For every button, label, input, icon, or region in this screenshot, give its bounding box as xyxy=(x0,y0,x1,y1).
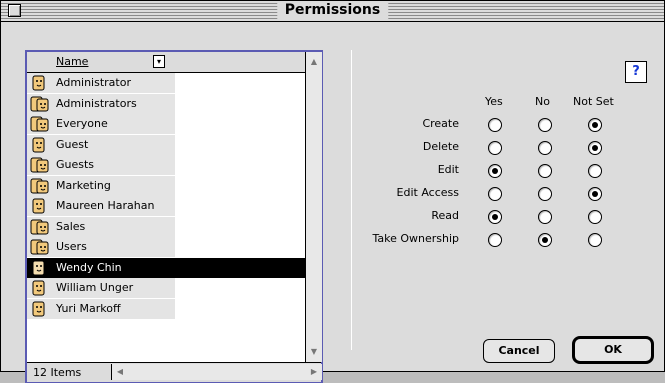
column-header-no: No xyxy=(535,95,550,108)
group-icon xyxy=(30,157,50,173)
radio-yes[interactable] xyxy=(488,187,502,201)
permission-label: Read xyxy=(431,209,459,222)
radio-no[interactable] xyxy=(538,210,552,224)
item-count: 12 Items xyxy=(33,366,82,379)
help-icon[interactable]: ? xyxy=(625,61,647,83)
list-item-name: Everyone xyxy=(56,117,108,130)
list-item[interactable]: Sales xyxy=(27,216,305,237)
list-item-name: Wendy Chin xyxy=(56,260,122,274)
list-header: Name ▾ xyxy=(27,52,305,73)
group-icon xyxy=(30,178,50,194)
list-footer: 12 Items ◀ ▶ xyxy=(27,362,322,382)
permission-label: Delete xyxy=(422,140,459,153)
horizontal-scrollbar[interactable]: ◀ ▶ xyxy=(111,364,322,380)
scroll-down-icon[interactable]: ▼ xyxy=(306,344,322,360)
column-header-yes: Yes xyxy=(485,95,503,108)
radio-not-set[interactable] xyxy=(588,141,602,155)
user-icon xyxy=(30,137,50,153)
scroll-left-icon[interactable]: ◀ xyxy=(112,364,128,380)
list-item[interactable]: Wendy Chin xyxy=(27,257,305,278)
radio-yes[interactable] xyxy=(488,118,502,132)
radio-yes[interactable] xyxy=(488,233,502,247)
radio-not-set[interactable] xyxy=(588,233,602,247)
principal-list: Name ▾ Administrator Administrators Everyo… xyxy=(25,50,323,383)
radio-not-set[interactable] xyxy=(588,187,602,201)
list-item[interactable]: Marketing xyxy=(27,175,305,196)
permission-label: Edit Access xyxy=(396,186,459,199)
list-item-name: Maureen Harahan xyxy=(56,199,155,212)
list-item-name: William Unger xyxy=(56,281,134,294)
permission-label: Edit xyxy=(437,163,459,176)
user-icon xyxy=(30,75,50,91)
radio-no[interactable] xyxy=(538,233,552,247)
list-item[interactable]: Guest xyxy=(27,134,305,155)
column-header-not-set: Not Set xyxy=(573,95,614,108)
radio-yes[interactable] xyxy=(488,141,502,155)
permissions-window: Permissions Name ▾ Administrator Administ… xyxy=(0,0,665,383)
list-rows: Administrator Administrators Everyone Guest… xyxy=(27,73,305,361)
sort-order-icon[interactable]: ▾ xyxy=(153,55,165,68)
radio-no[interactable] xyxy=(538,187,552,201)
list-item[interactable]: William Unger xyxy=(27,278,305,298)
radio-not-set[interactable] xyxy=(588,210,602,224)
radio-no[interactable] xyxy=(538,141,552,155)
list-item[interactable]: Guests xyxy=(27,155,305,175)
group-icon xyxy=(30,116,50,132)
list-item[interactable]: Users xyxy=(27,237,305,257)
list-item[interactable]: Maureen Harahan xyxy=(27,196,305,216)
permission-label: Take Ownership xyxy=(372,232,459,245)
radio-yes[interactable] xyxy=(488,164,502,178)
window-title: Permissions xyxy=(276,2,389,19)
title-bar[interactable]: Permissions xyxy=(1,1,664,22)
group-icon xyxy=(30,96,50,112)
list-item-name: Yuri Markoff xyxy=(56,301,121,315)
cancel-button[interactable]: Cancel xyxy=(483,339,555,363)
radio-not-set[interactable] xyxy=(588,164,602,178)
group-icon xyxy=(30,219,50,235)
list-item-name: Guests xyxy=(56,158,95,171)
list-item[interactable]: Administrator xyxy=(27,73,305,93)
list-item-name: Guest xyxy=(56,137,89,151)
list-item[interactable]: Yuri Markoff xyxy=(27,298,305,319)
list-item[interactable]: Everyone xyxy=(27,114,305,134)
list-item-name: Administrators xyxy=(56,96,137,110)
radio-no[interactable] xyxy=(538,164,552,178)
user-icon xyxy=(30,301,50,317)
list-item-name: Administrator xyxy=(56,76,131,89)
radio-not-set[interactable] xyxy=(588,118,602,132)
scroll-right-icon[interactable]: ▶ xyxy=(306,364,322,380)
list-item[interactable]: Administrators xyxy=(27,93,305,114)
window-content: Name ▾ Administrator Administrators Everyo… xyxy=(3,23,662,383)
name-column-header[interactable]: Name xyxy=(56,55,88,68)
radio-yes[interactable] xyxy=(488,210,502,224)
scroll-up-icon[interactable]: ▲ xyxy=(306,54,322,70)
user-icon xyxy=(30,260,50,276)
close-box-icon[interactable] xyxy=(8,4,21,17)
permissions-panel: Yes No Not Set Create Delete Edit Edit Access R… xyxy=(351,50,657,350)
list-item-name: Users xyxy=(56,240,87,253)
ok-button[interactable]: OK xyxy=(572,336,654,364)
vertical-scrollbar[interactable]: ▲ ▼ xyxy=(305,52,322,362)
permission-label: Create xyxy=(422,117,459,130)
list-item-name: Marketing xyxy=(56,178,111,192)
radio-no[interactable] xyxy=(538,118,552,132)
user-icon xyxy=(30,280,50,296)
user-icon xyxy=(30,198,50,214)
group-icon xyxy=(30,239,50,255)
list-item-name: Sales xyxy=(56,219,86,233)
